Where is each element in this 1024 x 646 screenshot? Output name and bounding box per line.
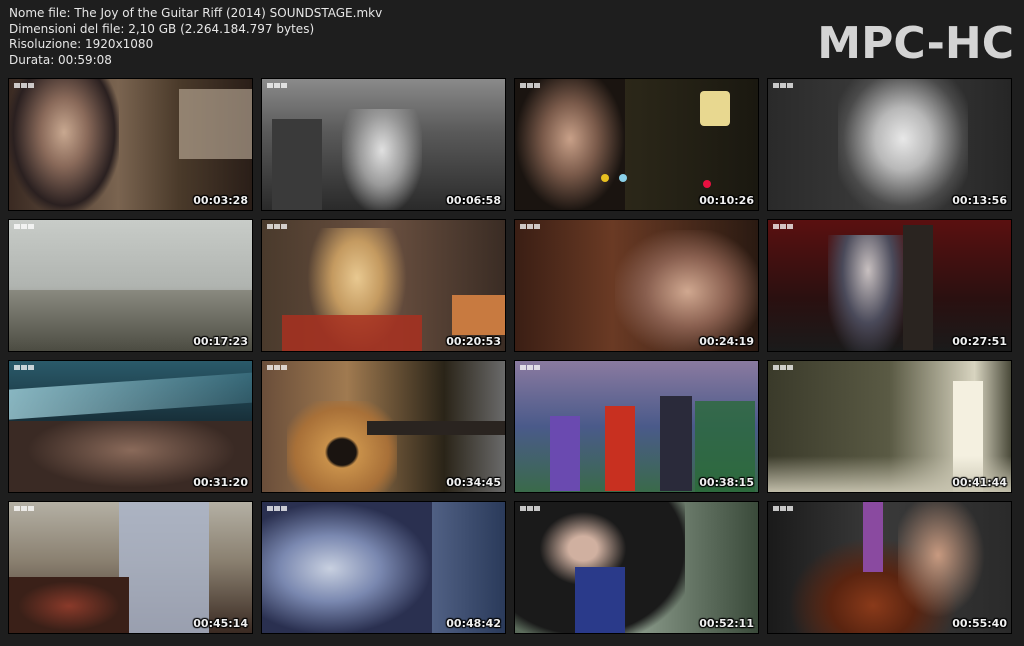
- thumbnail-2: 00:06:58: [261, 78, 506, 211]
- timestamp: 00:13:56: [952, 194, 1007, 207]
- bbc-logo: [773, 365, 793, 370]
- thumbnail-16: 00:55:40: [767, 501, 1012, 634]
- bbc-logo: [14, 365, 34, 370]
- thumbnail-10: 00:34:45: [261, 360, 506, 493]
- thumbnail-15: 00:52:11: [514, 501, 759, 634]
- thumbnail-8: 00:27:51: [767, 219, 1012, 352]
- bbc-logo: [267, 83, 287, 88]
- timestamp: 00:48:42: [446, 617, 501, 630]
- timestamp: 00:17:23: [193, 335, 248, 348]
- resolution: Risoluzione: 1920x1080: [9, 37, 154, 51]
- timestamp: 00:06:58: [446, 194, 501, 207]
- bbc-logo: [14, 83, 34, 88]
- timestamp: 00:34:45: [446, 476, 501, 489]
- bbc-logo: [267, 224, 287, 229]
- timestamp: 00:20:53: [446, 335, 501, 348]
- thumbnail-3: 00:10:26: [514, 78, 759, 211]
- bbc-logo: [773, 506, 793, 511]
- duration: Durata: 00:59:08: [9, 52, 112, 67]
- file-info: Nome file: The Joy of the Guitar Riff (2…: [9, 6, 382, 68]
- thumbnail-13: 00:45:14: [8, 501, 253, 634]
- thumbnail-14: 00:48:42: [261, 501, 506, 634]
- timestamp: 00:38:15: [699, 476, 754, 489]
- thumbnail-5: 00:17:23: [8, 219, 253, 352]
- bbc-logo: [14, 224, 34, 229]
- timestamp: 00:27:51: [952, 335, 1007, 348]
- timestamp: 00:45:14: [193, 617, 248, 630]
- timestamp: 00:03:28: [193, 194, 248, 207]
- bbc-logo: [14, 506, 34, 511]
- thumbnail-11: 00:38:15: [514, 360, 759, 493]
- thumbnail-1: 00:03:28: [8, 78, 253, 211]
- mpc-hc-logo: MPC-HC: [817, 18, 1014, 69]
- bbc-logo: [520, 506, 540, 511]
- timestamp: 00:10:26: [699, 194, 754, 207]
- file-size: Dimensioni del file: 2,10 GB (2.264.184.…: [9, 21, 315, 36]
- timestamp: 00:31:20: [193, 476, 248, 489]
- bbc-logo: [520, 365, 540, 370]
- file-name: Nome file: The Joy of the Guitar Riff (2…: [9, 6, 383, 20]
- thumbnail-4: 00:13:56: [767, 78, 1012, 211]
- timestamp: 00:41:44: [952, 476, 1007, 489]
- thumbnail-12: 00:41:44: [767, 360, 1012, 493]
- thumbnail-6: 00:20:53: [261, 219, 506, 352]
- thumbnail-7: 00:24:19: [514, 219, 759, 352]
- bbc-logo: [520, 224, 540, 229]
- bbc-logo: [773, 83, 793, 88]
- bbc-logo: [267, 365, 287, 370]
- timestamp: 00:52:11: [699, 617, 754, 630]
- bbc-logo: [773, 224, 793, 229]
- thumbnail-9: 00:31:20: [8, 360, 253, 493]
- timestamp: 00:55:40: [952, 617, 1007, 630]
- thumbnail-grid: 00:03:28 00:06:58 00:10:26 00:13:56 00:1…: [8, 78, 1017, 634]
- bbc-logo: [520, 83, 540, 88]
- timestamp: 00:24:19: [699, 335, 754, 348]
- bbc-logo: [267, 506, 287, 511]
